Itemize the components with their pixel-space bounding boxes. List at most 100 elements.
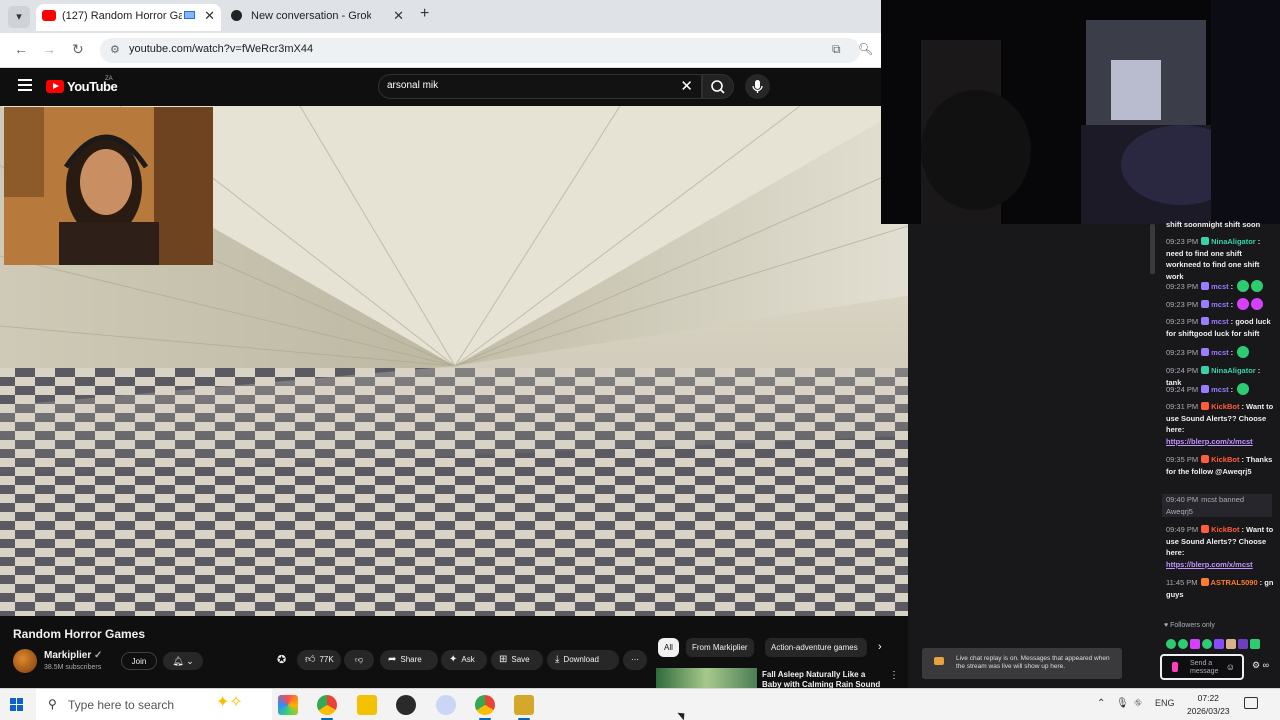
chat-message: 09:23 PM mcst: <box>1166 346 1276 359</box>
youtube-header: YouTube ZA arsonal mik ✕ <box>0 68 881 106</box>
search-input[interactable]: arsonal mik ✕ <box>378 74 702 99</box>
network-icon[interactable]: ⛗ <box>1134 698 1142 709</box>
emote-icon[interactable] <box>1178 639 1188 649</box>
chat-settings-icon[interactable]: ⚙ ∞ <box>1252 660 1269 671</box>
join-button[interactable]: Join <box>121 652 157 670</box>
emote-icon[interactable] <box>1250 639 1260 649</box>
chat-username[interactable]: mcst <box>1211 282 1229 291</box>
recommended-title[interactable]: Fall Asleep Naturally Like a Baby with C… <box>762 670 882 688</box>
emote-icon[interactable] <box>1190 639 1200 649</box>
download-button[interactable]: ⤓ Download <box>547 650 619 670</box>
channel-avatar[interactable] <box>13 649 37 673</box>
chat-username[interactable]: mcst <box>1211 300 1229 309</box>
notifications-button[interactable]: 🔔︎ ⌄ <box>163 652 203 670</box>
taskbar-clock[interactable]: 07:22 2026/03/23 <box>1187 692 1230 718</box>
chrome-icon[interactable] <box>317 695 337 720</box>
share-button[interactable]: ➦ Share <box>380 650 438 670</box>
chip-action-adventure[interactable]: Action-adventure games <box>765 638 867 657</box>
chat-separator: : <box>1230 300 1236 309</box>
search-button[interactable] <box>702 74 734 99</box>
save-button[interactable]: ⊞ Save <box>491 650 543 670</box>
youtube-logo-icon[interactable] <box>46 80 64 93</box>
user-badge-icon <box>1200 578 1209 586</box>
more-vert-icon[interactable]: ⋮ <box>889 670 899 681</box>
chat-timestamp: 09:23 PM <box>1166 300 1199 309</box>
taskbar-search-box[interactable]: ⚲ Type here to search ✦✧ <box>36 689 272 720</box>
chat-username[interactable]: mcst <box>1211 348 1229 357</box>
chip-from-markiplier[interactable]: From Markiplier <box>686 638 754 657</box>
voice-search-button[interactable] <box>745 74 770 99</box>
ask-button[interactable]: ✦ Ask <box>441 650 487 670</box>
open-in-app-icon[interactable]: ⧉ <box>832 42 841 57</box>
site-info-icon[interactable]: ⚙ <box>110 43 120 56</box>
copilot-icon[interactable] <box>278 695 298 715</box>
chat-username[interactable]: mcst <box>1211 385 1229 394</box>
notifications-icon[interactable] <box>1244 697 1258 709</box>
chat-message: 09:31 PM KickBot: Want to use Sound Alert… <box>1166 401 1276 447</box>
windows-start-icon[interactable] <box>10 698 24 712</box>
more-actions-button[interactable]: ⋯ <box>623 650 647 670</box>
chrome-profile-icon[interactable] <box>475 695 495 720</box>
obs-icon[interactable] <box>396 695 416 715</box>
emoji-icon[interactable]: ☺ <box>1226 662 1235 672</box>
chat-username[interactable]: KickBot <box>1211 525 1239 534</box>
webcam-overlay <box>881 0 1280 224</box>
user-badge-icon <box>1201 455 1210 463</box>
tab-youtube[interactable]: (127) Random Horror Game ✕ <box>36 4 221 31</box>
tab-grok[interactable]: New conversation - Grok ✕ <box>225 4 410 31</box>
menu-icon[interactable] <box>18 79 32 94</box>
chat-separator: : <box>1230 385 1236 394</box>
emote-icon[interactable] <box>1226 639 1236 649</box>
chat-scrollbar[interactable] <box>1150 224 1155 274</box>
chat-username[interactable]: KickBot <box>1211 455 1239 464</box>
tab-search-dropdown[interactable]: ▾ <box>8 6 30 28</box>
chat-username[interactable]: NinaAligator <box>1211 237 1256 246</box>
more-icon: ⋯ <box>631 655 639 664</box>
gift-icon[interactable]: ✪ <box>277 653 286 666</box>
emote-icon[interactable] <box>1238 639 1248 649</box>
streamer-facecam <box>4 107 213 265</box>
chat-username[interactable]: ASTRAL5090 <box>1211 578 1258 587</box>
file-explorer-icon[interactable] <box>357 695 377 715</box>
sparkle-icon: ✦ <box>449 654 458 665</box>
bell-icon: 🔔︎ <box>172 656 184 666</box>
zoom-icon[interactable]: 🔍︎ <box>858 42 873 56</box>
close-tab-icon[interactable]: ✕ <box>204 4 215 28</box>
user-badge-icon <box>1201 237 1210 245</box>
chat-username[interactable]: KickBot <box>1211 402 1239 411</box>
address-bar[interactable]: ⚙ youtube.com/watch?v=fWeRcr3mX44 <box>100 38 860 63</box>
tray-overflow-icon[interactable]: ⌃ <box>1097 698 1105 709</box>
chevron-right-icon[interactable]: › <box>878 641 882 653</box>
chat-message: 09:23 PM mcst: good luck for shiftgood lu… <box>1166 316 1276 339</box>
chat-link[interactable]: https://blerp.com/x/mcst <box>1166 437 1253 446</box>
chat-separator: : <box>1257 237 1261 246</box>
back-arrow-icon[interactable]: ← <box>14 41 28 57</box>
new-tab-button[interactable]: + <box>420 5 429 23</box>
dislike-button[interactable]: 👎︎ <box>344 650 374 670</box>
like-button[interactable]: 👍︎ 77K <box>297 650 341 670</box>
game-app-icon[interactable] <box>514 695 534 720</box>
snipping-tool-icon[interactable] <box>436 695 456 715</box>
chip-all[interactable]: All <box>658 638 679 657</box>
forward-arrow-icon[interactable]: → <box>42 41 56 57</box>
url-text[interactable]: youtube.com/watch?v=fWeRcr3mX44 <box>129 43 313 55</box>
channel-name[interactable]: Markiplier ✓ <box>44 650 102 661</box>
chat-message-input[interactable]: Send a message ☺ <box>1160 654 1244 680</box>
emote-icon[interactable] <box>1214 639 1224 649</box>
chat-username[interactable]: NinaAligator <box>1211 366 1256 375</box>
emote-icon[interactable] <box>1166 639 1176 649</box>
emote-icon[interactable] <box>1202 639 1212 649</box>
recommended-thumbnail[interactable] <box>656 668 757 688</box>
chat-timestamp: 09:23 PM <box>1166 317 1199 326</box>
chat-username[interactable]: mcst <box>1211 317 1229 326</box>
microphone-tray-icon[interactable]: 🎙︎ <box>1116 698 1129 709</box>
clear-search-icon[interactable]: ✕ <box>680 77 693 95</box>
reload-icon[interactable]: ↻ <box>72 41 84 58</box>
language-indicator[interactable]: ENG <box>1155 698 1175 708</box>
close-tab-icon[interactable]: ✕ <box>393 4 404 28</box>
search-query[interactable]: arsonal mik <box>387 80 438 91</box>
chat-message: 11:45 PM ASTRAL5090: gn guys <box>1166 577 1276 600</box>
chat-timestamp: 09:24 PM <box>1166 385 1199 394</box>
chat-link[interactable]: https://blerp.com/x/mcst <box>1166 560 1253 569</box>
youtube-favicon-icon <box>42 10 56 21</box>
